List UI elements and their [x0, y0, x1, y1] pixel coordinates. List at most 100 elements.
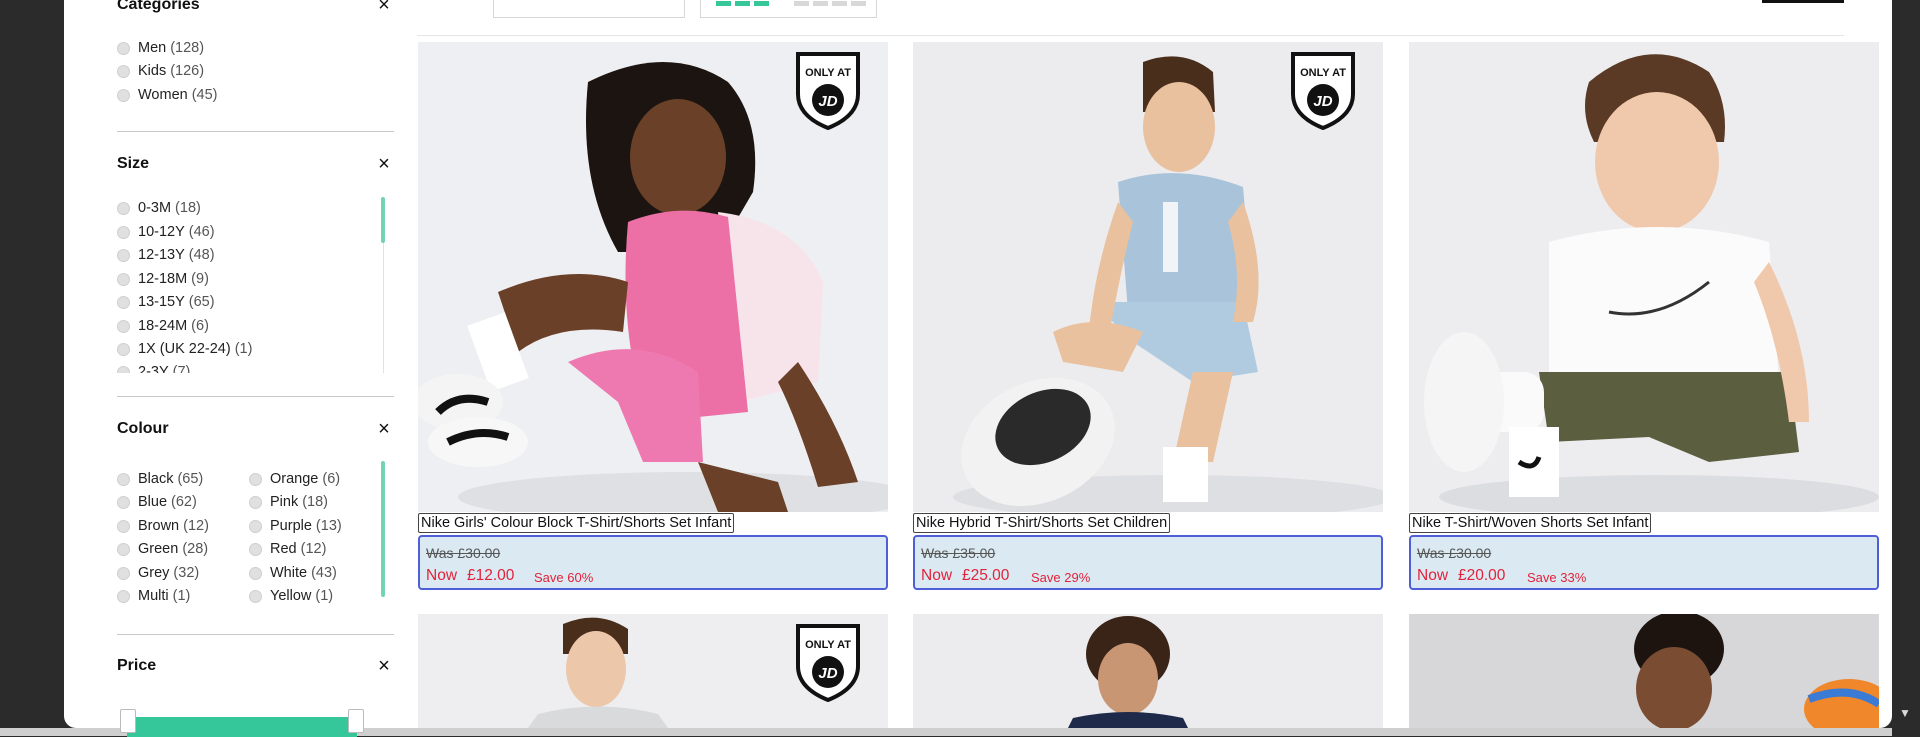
filter-option-colour[interactable]: Grey (32)	[117, 563, 199, 583]
radio-icon[interactable]	[117, 225, 130, 239]
product-name-link[interactable]: Nike Hybrid T-Shirt/Shorts Set Children	[913, 513, 1171, 533]
filter-option-colour[interactable]: Black (65)	[117, 469, 203, 489]
toolbar-divider	[417, 35, 1844, 36]
filter-option-size[interactable]: 1X (UK 22-24) (1)	[117, 339, 252, 359]
colour-filter-header[interactable]: Colour ×	[117, 418, 394, 440]
filter-option-colour[interactable]: Pink (18)	[249, 492, 328, 512]
close-icon[interactable]: ×	[374, 0, 394, 15]
svg-text:ONLY AT: ONLY AT	[1300, 67, 1346, 79]
option-count: (18)	[175, 200, 201, 216]
filter-option-colour[interactable]: Brown (12)	[117, 516, 209, 536]
radio-icon[interactable]	[117, 248, 130, 262]
close-icon[interactable]: ×	[374, 419, 394, 439]
price-filter-header[interactable]: Price ×	[117, 655, 394, 677]
product-name-link[interactable]: Nike Girls' Colour Block T-Shirt/Shorts …	[418, 513, 735, 533]
option-count: (12)	[300, 541, 327, 557]
colour-list-scroll-thumb[interactable]	[381, 461, 385, 597]
radio-icon[interactable]	[117, 41, 130, 55]
close-icon[interactable]: ×	[374, 154, 394, 174]
option-count: (9)	[191, 271, 209, 287]
size-list-scroll-thumb[interactable]	[381, 197, 385, 243]
price-max-handle[interactable]	[348, 709, 364, 733]
only-at-jd-badge: ONLY AT JD	[1291, 52, 1355, 130]
scroll-down-arrow-icon[interactable]: ▼	[1898, 706, 1912, 720]
radio-icon[interactable]	[117, 64, 130, 78]
radio-icon[interactable]	[117, 472, 130, 486]
radio-icon[interactable]	[117, 542, 130, 556]
option-label: Pink	[270, 494, 299, 510]
product-image[interactable]	[913, 614, 1383, 728]
radio-icon[interactable]	[249, 519, 262, 533]
radio-icon[interactable]	[249, 589, 262, 603]
radio-icon[interactable]	[117, 519, 130, 533]
size-options-list[interactable]: 0-3M (18) 10-12Y (46) 12-13Y (48) 12-18M…	[117, 197, 377, 373]
product-image[interactable]	[1409, 42, 1879, 512]
product-image[interactable]	[1409, 614, 1879, 728]
filter-option-size[interactable]: 13-15Y (65)	[117, 292, 215, 312]
product-image[interactable]: ONLY AT JD	[913, 42, 1383, 512]
radio-icon[interactable]	[117, 319, 130, 333]
filter-option-size[interactable]: 12-18M (9)	[117, 269, 209, 289]
filter-option-colour[interactable]: Blue (62)	[117, 492, 197, 512]
filter-option-size[interactable]: 12-13Y (48)	[117, 245, 215, 265]
size-filter-header[interactable]: Size ×	[117, 153, 394, 175]
filter-option-colour[interactable]: White (43)	[249, 563, 337, 583]
close-icon[interactable]: ×	[374, 656, 394, 676]
radio-icon[interactable]	[117, 342, 130, 356]
option-label: Brown	[138, 518, 180, 534]
radio-icon[interactable]	[249, 566, 262, 580]
product-image[interactable]: ONLY AT JD	[418, 614, 888, 728]
product-photo-boy-ball	[1409, 614, 1879, 728]
option-label: White	[270, 565, 308, 581]
radio-icon[interactable]	[117, 495, 130, 509]
filter-option-colour[interactable]: Green (28)	[117, 539, 208, 559]
option-label: Women	[138, 87, 188, 103]
price-min-handle[interactable]	[120, 709, 136, 733]
option-label: Red	[270, 541, 297, 557]
filter-option-size[interactable]: 10-12Y (46)	[117, 222, 215, 242]
option-label: Green	[138, 541, 179, 557]
product-image[interactable]: ONLY AT JD	[418, 42, 888, 512]
save-percentage: Save 33%	[1527, 570, 1587, 585]
radio-icon[interactable]	[117, 272, 130, 286]
radio-icon[interactable]	[117, 295, 130, 309]
filter-option-size[interactable]: 2-3Y (7)	[117, 362, 190, 373]
price-range-slider[interactable]	[127, 717, 357, 737]
option-label: 13-15Y	[138, 294, 185, 310]
radio-icon[interactable]	[249, 542, 262, 556]
page-scrollbar[interactable]	[1892, 0, 1920, 736]
categories-filter-title: Categories	[117, 0, 200, 13]
size-filter-title: Size	[117, 155, 150, 172]
option-count: (48)	[188, 247, 215, 263]
filter-option-men[interactable]: Men (128)	[117, 38, 204, 58]
filter-option-colour[interactable]: Red (12)	[249, 539, 326, 559]
option-count: (1)	[172, 588, 191, 604]
filter-option-kids[interactable]: Kids (126)	[117, 61, 204, 81]
radio-icon[interactable]	[117, 365, 130, 373]
radio-icon[interactable]	[249, 495, 262, 509]
filter-option-size[interactable]: 0-3M (18)	[117, 198, 201, 218]
svg-text:JD: JD	[1313, 93, 1332, 110]
option-count: (28)	[182, 541, 209, 557]
option-label: Grey	[138, 565, 170, 581]
filter-option-women[interactable]: Women (45)	[117, 85, 218, 105]
filter-option-size[interactable]: 18-24M (6)	[117, 316, 209, 336]
categories-filter-header[interactable]: Categories ×	[117, 0, 394, 16]
radio-icon[interactable]	[117, 88, 130, 102]
option-count: (65)	[188, 294, 215, 310]
radio-icon[interactable]	[117, 566, 130, 580]
radio-icon[interactable]	[117, 589, 130, 603]
radio-icon[interactable]	[249, 472, 262, 486]
option-count: (7)	[172, 364, 191, 373]
product-name-link[interactable]: Nike T-Shirt/Woven Shorts Set Infant	[1409, 513, 1652, 533]
filter-option-colour[interactable]: Yellow (1)	[249, 586, 333, 606]
filter-option-colour[interactable]: Purple (13)	[249, 516, 342, 536]
grid-view-3-icon[interactable]	[716, 1, 769, 6]
sort-dropdown[interactable]	[493, 0, 685, 18]
grid-view-4-icon[interactable]	[794, 1, 866, 6]
filter-option-colour[interactable]: Multi (1)	[117, 586, 190, 606]
option-count: (128)	[170, 40, 205, 56]
radio-icon[interactable]	[117, 201, 130, 215]
now-price: Now £12.00	[426, 567, 515, 584]
filter-option-colour[interactable]: Orange (6)	[249, 469, 340, 489]
